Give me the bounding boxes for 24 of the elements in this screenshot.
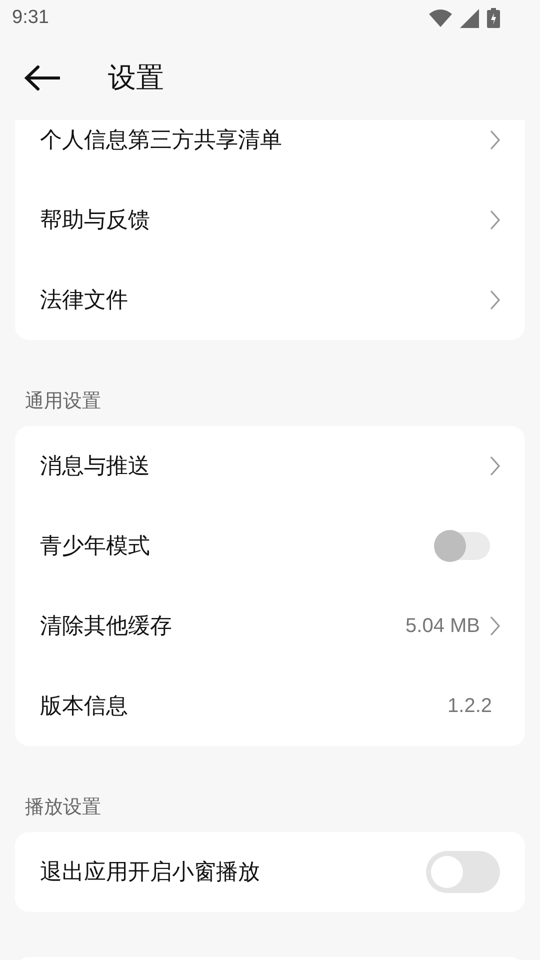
signal-icon xyxy=(460,8,479,28)
item-value: 1.2.2 xyxy=(448,694,492,718)
item-label: 退出应用开启小窗播放 xyxy=(40,859,261,887)
wifi-icon xyxy=(429,9,452,27)
back-button[interactable] xyxy=(24,65,60,91)
page-title: 设置 xyxy=(108,60,164,96)
settings-item[interactable]: 清除其他缓存 5.04 MB xyxy=(15,586,525,666)
settings-item[interactable]: 消息与推送 xyxy=(15,426,525,506)
chevron-right-icon xyxy=(490,130,500,150)
item-label: 版本信息 xyxy=(40,693,129,721)
chevron-right-icon xyxy=(490,210,500,230)
chevron-right-icon xyxy=(490,456,500,476)
settings-item[interactable]: 个人信息第三方共享清单 xyxy=(15,120,525,180)
section-header: 播放设置 xyxy=(24,795,102,820)
section-header: 通用设置 xyxy=(24,389,102,414)
chevron-right-icon xyxy=(490,290,500,310)
settings-item[interactable]: 帮助与反馈 xyxy=(15,180,525,260)
status-time: 9:31 xyxy=(12,7,49,29)
item-label: 青少年模式 xyxy=(40,533,151,561)
item-value: 5.04 MB xyxy=(406,614,480,638)
toggle-switch[interactable] xyxy=(426,851,500,893)
chevron-right-icon xyxy=(490,616,500,636)
battery-icon xyxy=(487,8,500,28)
settings-item[interactable]: 法律文件 xyxy=(15,260,525,340)
